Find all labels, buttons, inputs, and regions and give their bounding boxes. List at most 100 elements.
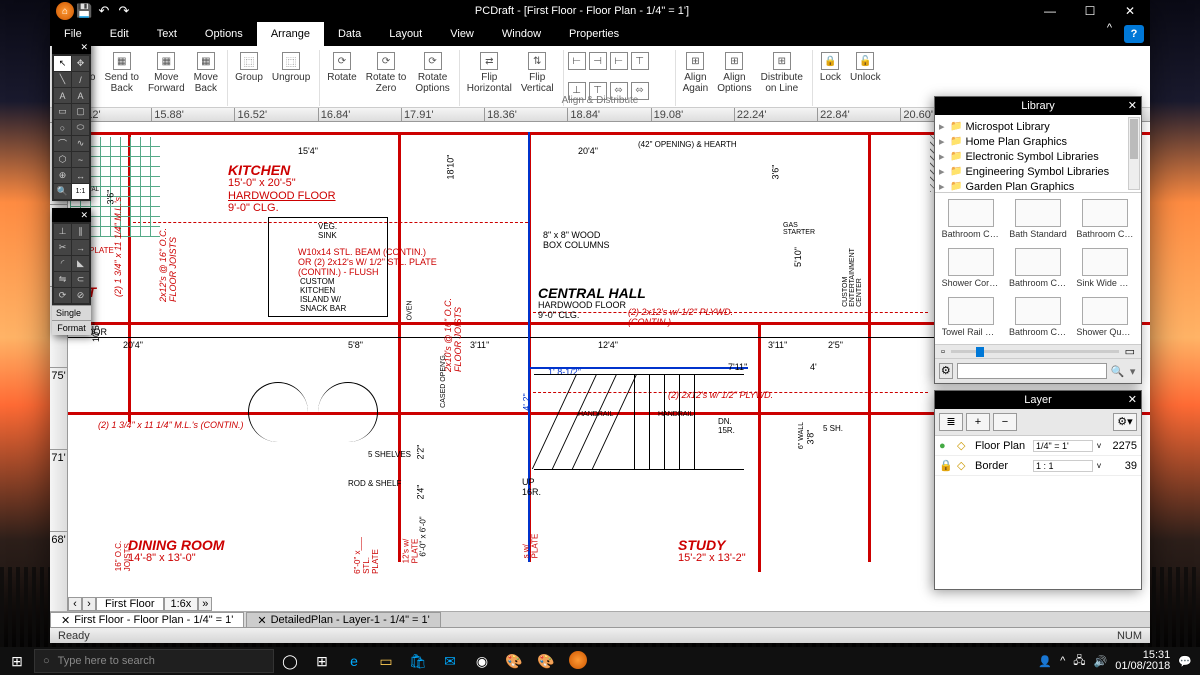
close-icon[interactable]: ✕	[61, 614, 70, 627]
pan-tool-icon[interactable]: ✥	[72, 56, 89, 71]
dropdown-icon[interactable]: ▾	[1128, 365, 1137, 378]
layer-merge-button[interactable]: ≣	[939, 413, 963, 431]
select-tool-icon[interactable]: ↖	[54, 56, 71, 71]
maximize-button[interactable]: ☐	[1070, 0, 1110, 22]
tree-item[interactable]: ▸📁Electronic Symbol Libraries	[939, 149, 1137, 164]
extend-tool-icon[interactable]: →	[72, 240, 89, 255]
undo-icon[interactable]: ↶	[96, 3, 112, 19]
taskbar-search[interactable]: ○Type here to search	[34, 649, 274, 673]
save-icon[interactable]: 💾	[76, 3, 92, 19]
library-item[interactable]: Bathroom Ca...	[1008, 248, 1067, 289]
rotate-tool-icon[interactable]: ⟳	[54, 288, 71, 303]
close-icon[interactable]: ✕	[77, 210, 91, 221]
doc-tab-1[interactable]: ✕First Floor - Floor Plan - 1/4" = 1'	[50, 612, 244, 627]
textv-tool-icon[interactable]: A	[72, 88, 89, 103]
redo-icon[interactable]: ↷	[116, 3, 132, 19]
layer-row[interactable]: ● ◇ Floor Plan 1/4" = 1'v 2275	[935, 436, 1141, 456]
editable-icon[interactable]: ◇	[957, 459, 971, 472]
menu-properties[interactable]: Properties	[555, 22, 633, 46]
close-button[interactable]: ✕	[1110, 0, 1150, 22]
network-icon[interactable]: 🖧	[1073, 652, 1085, 671]
marker-tool-icon[interactable]: ⊕	[54, 168, 71, 183]
rect-tool-icon[interactable]: ▭	[54, 104, 71, 119]
dim-tool-icon[interactable]: ↔	[72, 168, 89, 183]
mode-format[interactable]: Format	[52, 320, 91, 335]
tree-item[interactable]: ▸📁Engineering Symbol Libraries	[939, 164, 1137, 179]
library-item[interactable]: Sink Wide Oval	[1076, 248, 1135, 289]
fillet-tool-icon[interactable]: ◜	[54, 256, 71, 271]
tree-item[interactable]: ▸📁Microspot Library	[939, 119, 1137, 134]
people-icon[interactable]: 👤	[1038, 655, 1052, 668]
mail-icon[interactable]: ✉	[434, 653, 466, 670]
layer-add-button[interactable]: +	[966, 413, 990, 431]
menu-options[interactable]: Options	[191, 22, 257, 46]
close-icon[interactable]: ✕	[77, 42, 91, 53]
close-icon[interactable]: ✕	[257, 614, 266, 627]
align-top-button[interactable]: ⊤	[631, 50, 649, 77]
settings-icon[interactable]: ⚙	[939, 363, 953, 379]
doc-tab-2[interactable]: ✕DetailedPlan - Layer-1 - 1/4" = 1'	[246, 612, 440, 627]
ellipse-tool-icon[interactable]: ⬭	[72, 120, 89, 135]
library-search-input[interactable]	[957, 363, 1107, 379]
align-right-button[interactable]: ⊢	[610, 50, 628, 77]
lock-icon[interactable]: 🔒	[939, 459, 953, 472]
arc-tool-icon[interactable]: ⌒	[54, 136, 71, 151]
chamfer-tool-icon[interactable]: ◣	[72, 256, 89, 271]
close-icon[interactable]: ✕	[1128, 99, 1137, 112]
tray-expand-icon[interactable]: ^	[1060, 655, 1065, 667]
tree-item[interactable]: ▸📁Home Plan Graphics	[939, 134, 1137, 149]
parallel-tool-icon[interactable]: ∥	[72, 224, 89, 239]
menu-data[interactable]: Data	[324, 22, 375, 46]
visibility-icon[interactable]: ●	[939, 440, 953, 452]
mirror-tool-icon[interactable]: ⇋	[54, 272, 71, 287]
sheet-zoom[interactable]: 1:6x	[164, 597, 199, 611]
store-icon[interactable]: 🛍	[402, 653, 434, 670]
align-left-button[interactable]: ⊢	[568, 50, 586, 77]
library-item[interactable]: Bathroom Ca...	[941, 199, 1000, 240]
layer-settings-button[interactable]: ⚙▾	[1113, 413, 1137, 431]
library-item[interactable]: Shower Corn...	[941, 248, 1000, 289]
zoom-tool-icon[interactable]: 🔍	[54, 184, 71, 199]
line-tool-icon[interactable]: ╲	[54, 72, 71, 87]
start-button[interactable]: ⊞	[0, 653, 34, 670]
tree-item[interactable]: ▸📁Garden Plan Graphics	[939, 179, 1137, 193]
mode-single[interactable]: Single	[52, 305, 91, 320]
library-item[interactable]: Shower Quar...	[1076, 297, 1135, 338]
task-view-icon[interactable]: ⊞	[306, 653, 338, 670]
sheet-expand-button[interactable]: »	[198, 597, 212, 611]
ribbon-collapse-icon[interactable]: ^	[1101, 22, 1118, 46]
line2-tool-icon[interactable]: /	[72, 72, 89, 87]
trim-tool-icon[interactable]: ✂	[54, 240, 71, 255]
poly-tool-icon[interactable]: ⬡	[54, 152, 71, 167]
cortana-icon[interactable]: ◯	[274, 653, 306, 670]
sheet-next-button[interactable]: ›	[82, 597, 96, 611]
align-center-button[interactable]: ⊣	[589, 50, 607, 77]
sheet-prev-button[interactable]: ‹	[68, 597, 82, 611]
layer-remove-button[interactable]: −	[993, 413, 1017, 431]
sheet-tab[interactable]: First Floor	[96, 597, 164, 611]
library-item[interactable]: Bathroom Ca...	[1008, 297, 1067, 338]
volume-icon[interactable]: 🔊	[1094, 655, 1108, 668]
menu-view[interactable]: View	[436, 22, 488, 46]
menu-window[interactable]: Window	[488, 22, 555, 46]
help-button[interactable]: ?	[1124, 25, 1144, 43]
editable-icon[interactable]: ◇	[957, 439, 971, 452]
offset-tool-icon[interactable]: ⊂	[72, 272, 89, 287]
chrome-icon[interactable]: ◉	[466, 653, 498, 670]
explorer-icon[interactable]: ▭	[370, 653, 402, 670]
layer-row[interactable]: 🔒 ◇ Border 1 : 1v 39	[935, 456, 1141, 476]
menu-layout[interactable]: Layout	[375, 22, 436, 46]
app-logo-icon[interactable]: ⌂	[56, 2, 74, 20]
library-item[interactable]: Towel Rail Blue	[941, 297, 1000, 338]
library-item[interactable]: Bath Standard	[1008, 199, 1067, 240]
pcdraft-icon[interactable]	[562, 651, 594, 672]
paint-icon[interactable]: 🎨	[498, 653, 530, 670]
freehand-tool-icon[interactable]: ~	[72, 152, 89, 167]
notifications-icon[interactable]: 💬	[1178, 655, 1192, 668]
circle-tool-icon[interactable]: ○	[54, 120, 71, 135]
zoom-slider[interactable]: ▫▭	[935, 344, 1141, 358]
menu-arrange[interactable]: Arrange	[257, 22, 324, 46]
search-icon[interactable]: 🔍	[1111, 365, 1125, 378]
rect2-tool-icon[interactable]: ▢	[72, 104, 89, 119]
library-item[interactable]: Bathroom Ca...	[1076, 199, 1135, 240]
